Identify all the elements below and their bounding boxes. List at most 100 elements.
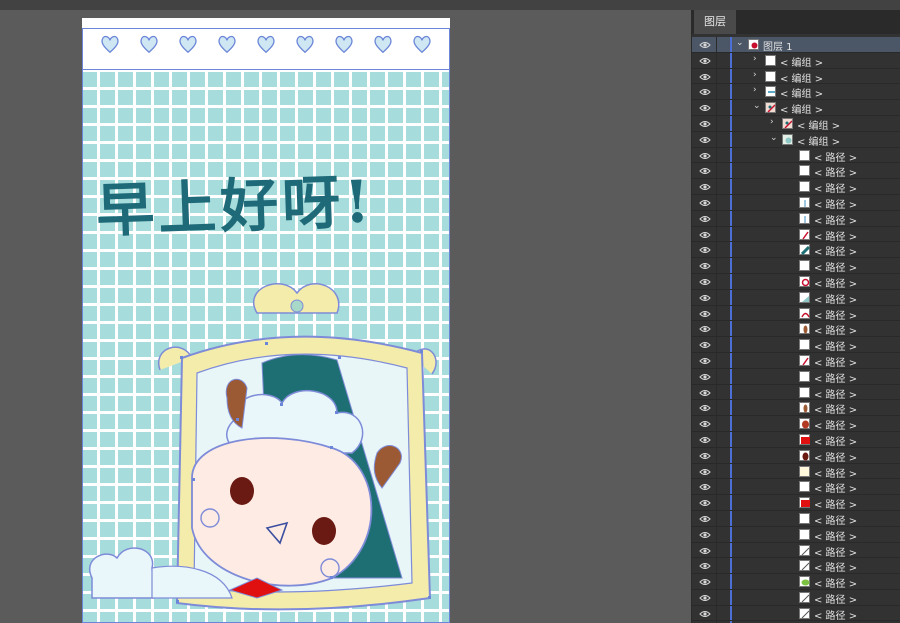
visibility-toggle[interactable] bbox=[692, 589, 717, 605]
visibility-toggle[interactable] bbox=[692, 352, 717, 368]
path-row[interactable]: < 路径 > bbox=[692, 510, 900, 527]
visibility-toggle[interactable] bbox=[692, 84, 717, 100]
visibility-toggle[interactable] bbox=[692, 447, 717, 463]
group-row[interactable]: › < 编组 > bbox=[692, 68, 900, 85]
layer-name[interactable]: < 路径 > bbox=[814, 354, 857, 369]
visibility-toggle[interactable] bbox=[692, 574, 717, 589]
group-row[interactable]: ⌄ < 编组 > bbox=[692, 131, 900, 148]
path-row[interactable]: < 路径 > bbox=[692, 463, 900, 480]
layer-name[interactable]: < 路径 > bbox=[814, 607, 857, 622]
path-row[interactable]: < 路径 > bbox=[692, 416, 900, 432]
path-row[interactable]: < 路径 > bbox=[692, 179, 900, 195]
visibility-toggle[interactable] bbox=[692, 100, 717, 115]
layer-name[interactable]: < 路径 > bbox=[814, 465, 857, 480]
visibility-toggle[interactable] bbox=[692, 115, 717, 131]
visibility-toggle[interactable] bbox=[692, 131, 717, 147]
tab-layers[interactable]: 图层 bbox=[694, 10, 737, 34]
path-row[interactable]: < 路径 > bbox=[692, 305, 900, 322]
visibility-toggle[interactable] bbox=[692, 163, 717, 179]
layer-name[interactable]: < 路径 > bbox=[814, 149, 857, 164]
visibility-toggle[interactable] bbox=[692, 605, 717, 621]
visibility-toggle[interactable] bbox=[692, 526, 717, 542]
layer-name[interactable]: < 编组 > bbox=[780, 70, 823, 85]
path-row[interactable]: < 路径 > bbox=[692, 194, 900, 211]
visibility-toggle[interactable] bbox=[692, 463, 717, 479]
chevron-right-icon[interactable]: › bbox=[753, 85, 757, 95]
group-row[interactable]: › < 编组 > bbox=[692, 84, 900, 100]
path-row[interactable]: < 路径 > bbox=[692, 289, 900, 306]
visibility-toggle[interactable] bbox=[692, 416, 717, 431]
path-row[interactable]: < 路径 > bbox=[692, 479, 900, 495]
layer-name[interactable]: < 路径 > bbox=[814, 591, 857, 606]
visibility-toggle[interactable] bbox=[692, 52, 717, 68]
layer-name[interactable]: < 编组 > bbox=[780, 54, 823, 69]
path-row[interactable]: < 路径 > bbox=[692, 321, 900, 337]
visibility-toggle[interactable] bbox=[692, 68, 717, 84]
visibility-toggle[interactable] bbox=[692, 289, 717, 305]
path-row[interactable]: < 路径 > bbox=[692, 526, 900, 543]
heart-border-strip[interactable] bbox=[82, 18, 450, 70]
path-row[interactable]: < 路径 > bbox=[692, 226, 900, 243]
path-row[interactable]: < 路径 > bbox=[692, 147, 900, 164]
layer-name[interactable]: < 路径 > bbox=[814, 544, 857, 559]
layer-name[interactable]: < 路径 > bbox=[814, 259, 857, 274]
layer-name[interactable]: < 编组 > bbox=[797, 133, 840, 148]
visibility-toggle[interactable] bbox=[692, 321, 717, 337]
path-row[interactable]: < 路径 > bbox=[692, 352, 900, 369]
visibility-toggle[interactable] bbox=[692, 242, 717, 258]
path-row[interactable]: < 路径 > bbox=[692, 273, 900, 290]
layer-name[interactable]: < 路径 > bbox=[814, 386, 857, 401]
visibility-toggle[interactable] bbox=[692, 479, 717, 495]
path-row[interactable]: < 路径 > bbox=[692, 431, 900, 448]
path-row[interactable]: < 路径 > bbox=[692, 495, 900, 511]
artboard[interactable]: 早上好呀! bbox=[82, 18, 450, 623]
visibility-toggle[interactable] bbox=[692, 337, 717, 352]
layer-name[interactable]: < 路径 > bbox=[814, 417, 857, 432]
group-row[interactable]: › < 编组 > bbox=[692, 52, 900, 69]
layer-name[interactable]: < 路径 > bbox=[814, 212, 857, 227]
path-row[interactable]: < 路径 > bbox=[692, 258, 900, 274]
layer-name[interactable]: < 路径 > bbox=[814, 512, 857, 527]
path-row[interactable]: < 路径 > bbox=[692, 558, 900, 574]
layer-name[interactable]: < 编组 > bbox=[780, 85, 823, 100]
layer-name[interactable]: < 路径 > bbox=[814, 370, 857, 385]
chevron-right-icon[interactable]: › bbox=[753, 54, 757, 64]
visibility-toggle[interactable] bbox=[692, 273, 717, 289]
layer-name[interactable]: < 路径 > bbox=[814, 528, 857, 543]
chevron-right-icon[interactable]: › bbox=[770, 117, 774, 127]
path-row[interactable]: < 路径 > bbox=[692, 542, 900, 559]
layer-row[interactable]: ⌄ 图层 1 bbox=[692, 37, 900, 53]
visibility-toggle[interactable] bbox=[692, 495, 717, 510]
chevron-down-icon[interactable]: ⌄ bbox=[770, 133, 778, 143]
layer-name[interactable]: < 路径 > bbox=[814, 496, 857, 511]
layer-name[interactable]: < 路径 > bbox=[814, 307, 857, 322]
layer-name[interactable]: < 编组 > bbox=[780, 101, 823, 116]
path-row[interactable]: < 路径 > bbox=[692, 447, 900, 464]
visibility-toggle[interactable] bbox=[692, 542, 717, 558]
visibility-toggle[interactable] bbox=[692, 384, 717, 400]
layer-name[interactable]: < 路径 > bbox=[814, 433, 857, 448]
visibility-toggle[interactable] bbox=[692, 305, 717, 321]
layer-name[interactable]: < 路径 > bbox=[814, 449, 857, 464]
sheep-illustration[interactable] bbox=[82, 278, 450, 623]
group-row[interactable]: › < 编组 > bbox=[692, 115, 900, 132]
layer-name[interactable]: < 路径 > bbox=[814, 228, 857, 243]
layer-name[interactable]: < 路径 > bbox=[814, 480, 857, 495]
chevron-down-icon[interactable]: ⌄ bbox=[736, 38, 744, 48]
visibility-toggle[interactable] bbox=[692, 194, 717, 210]
path-row[interactable]: < 路径 > bbox=[692, 605, 900, 622]
layer-name[interactable]: < 路径 > bbox=[814, 180, 857, 195]
layer-name[interactable]: < 路径 > bbox=[814, 322, 857, 337]
layer-name[interactable]: < 路径 > bbox=[814, 559, 857, 574]
visibility-toggle[interactable] bbox=[692, 400, 717, 416]
visibility-toggle[interactable] bbox=[692, 431, 717, 447]
chevron-right-icon[interactable]: › bbox=[753, 70, 757, 80]
layer-name[interactable]: < 路径 > bbox=[814, 575, 857, 590]
layer-name[interactable]: < 路径 > bbox=[814, 338, 857, 353]
path-row[interactable]: < 路径 > bbox=[692, 589, 900, 606]
path-row[interactable]: < 路径 > bbox=[692, 400, 900, 416]
path-row[interactable]: < 路径 > bbox=[692, 384, 900, 401]
path-row[interactable]: < 路径 > bbox=[692, 242, 900, 258]
layer-name[interactable]: < 路径 > bbox=[814, 401, 857, 416]
visibility-toggle[interactable] bbox=[692, 558, 717, 574]
